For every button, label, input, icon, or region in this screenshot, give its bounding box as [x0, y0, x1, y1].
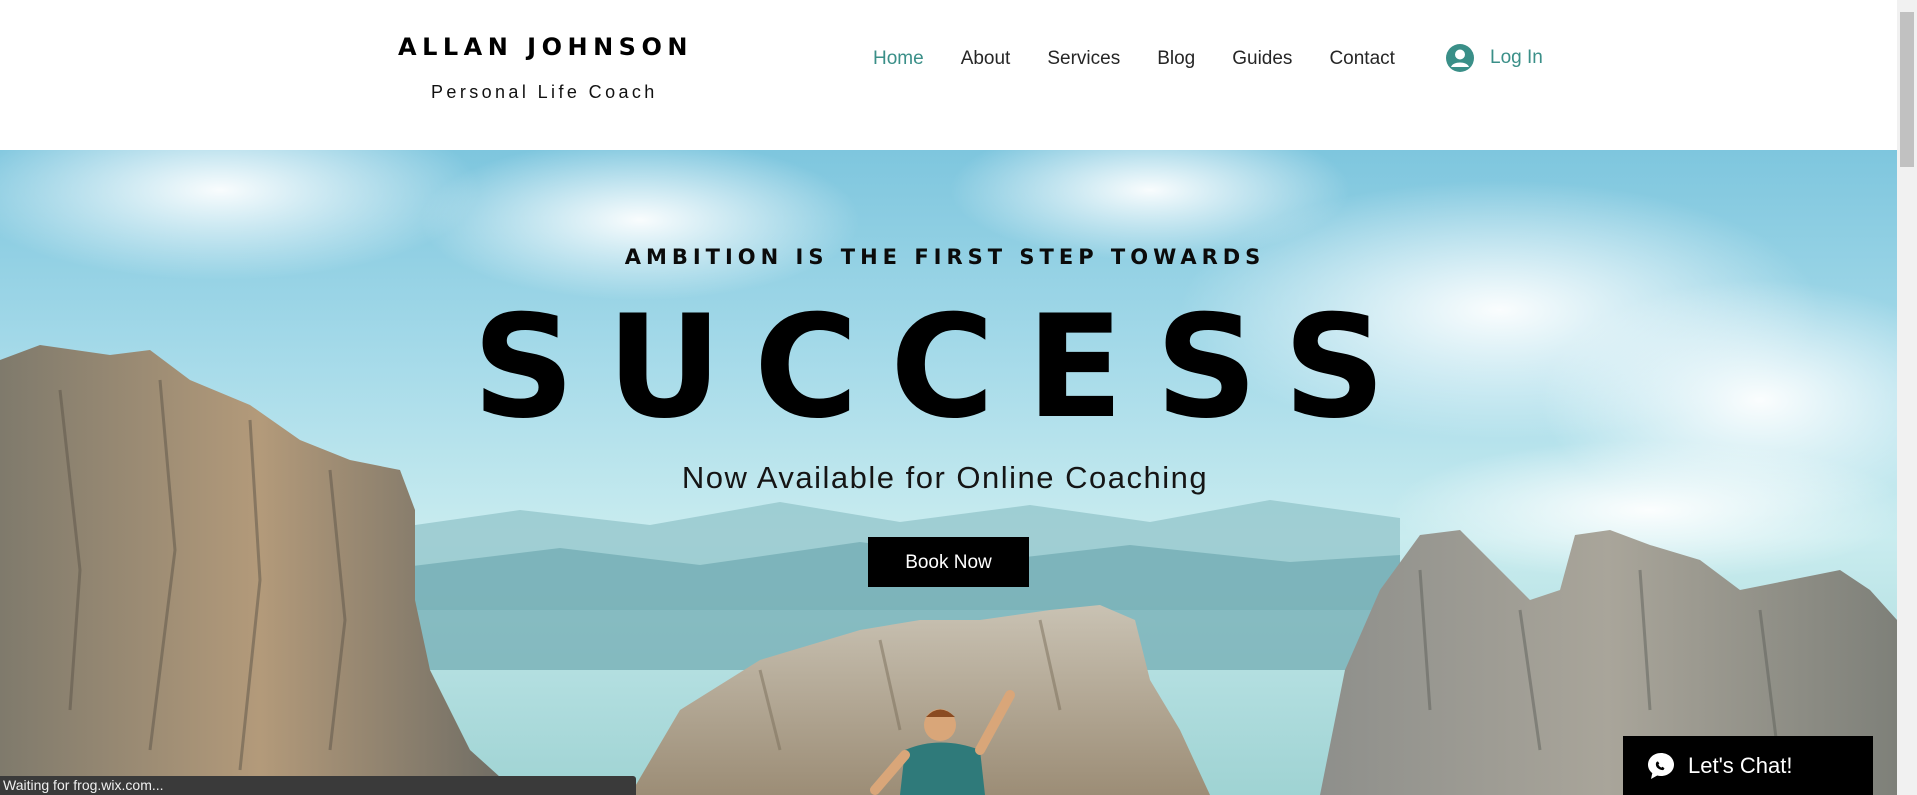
- scrollbar-thumb[interactable]: [1900, 12, 1914, 167]
- chat-widget-button[interactable]: Let's Chat!: [1623, 736, 1873, 795]
- hero-title: SUCCESS: [472, 285, 1418, 450]
- hero-section: AMBITION IS THE FIRST STEP TOWARDS SUCCE…: [0, 150, 1897, 795]
- nav-item-contact[interactable]: Contact: [1329, 48, 1394, 70]
- brand-name[interactable]: ALLAN JOHNSON: [398, 33, 693, 61]
- user-avatar-icon: [1446, 44, 1474, 72]
- main-nav: Home About Services Blog Guides Contact: [873, 48, 1432, 70]
- nav-item-home[interactable]: Home: [873, 48, 924, 70]
- page-scrollbar[interactable]: [1897, 0, 1917, 795]
- chat-bubble-icon: [1648, 752, 1674, 779]
- page: ALLAN JOHNSON Personal Life Coach Home A…: [0, 0, 1917, 795]
- nav-item-services[interactable]: Services: [1047, 48, 1120, 70]
- browser-status-bar: Waiting for frog.wix.com...: [0, 776, 636, 795]
- book-now-button[interactable]: Book Now: [868, 537, 1029, 587]
- nav-item-about[interactable]: About: [961, 48, 1011, 70]
- hero-kicker: AMBITION IS THE FIRST STEP TOWARDS: [624, 245, 1266, 269]
- brand-tagline: Personal Life Coach: [431, 82, 658, 102]
- login-label: Log In: [1490, 47, 1543, 68]
- site-header: ALLAN JOHNSON Personal Life Coach Home A…: [0, 0, 1897, 150]
- nav-item-guides[interactable]: Guides: [1232, 48, 1292, 70]
- hero-subtitle: Now Available for Online Coaching: [681, 460, 1209, 495]
- login-button[interactable]: Log In: [1446, 44, 1543, 72]
- nav-item-blog[interactable]: Blog: [1157, 48, 1195, 70]
- chat-label: Let's Chat!: [1688, 752, 1793, 778]
